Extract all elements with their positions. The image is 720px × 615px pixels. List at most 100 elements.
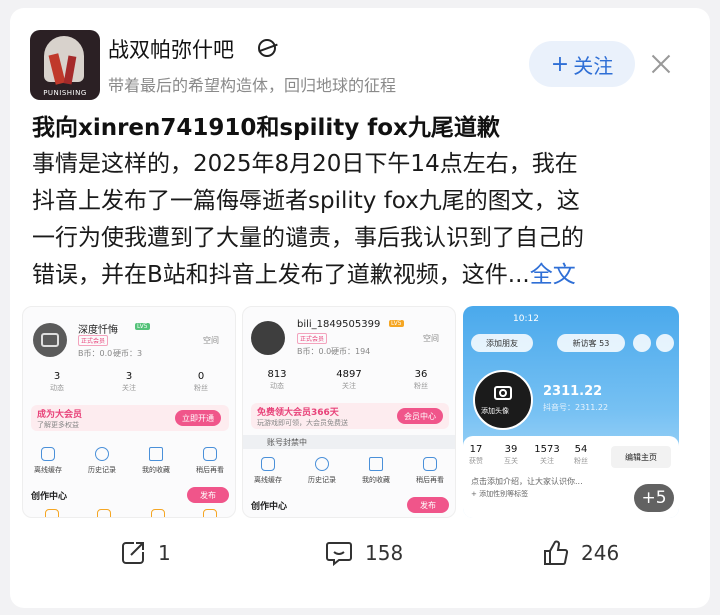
vip-button: 会员中心 bbox=[397, 408, 443, 424]
icon-label: 离线缓存 bbox=[34, 466, 62, 474]
publish-button: 发布 bbox=[187, 487, 229, 503]
post-body-line: 事情是这样的，2025年8月20日下午14点左右，我在 bbox=[32, 151, 578, 177]
profile-avatar bbox=[251, 321, 285, 355]
creation-center: 创作中心 bbox=[31, 492, 68, 502]
forum-badge-icon bbox=[258, 39, 276, 57]
share-button[interactable]: 1 bbox=[120, 540, 171, 566]
stat-label: 关注 bbox=[342, 382, 356, 390]
watch-later-icon bbox=[423, 457, 437, 471]
icon-label: 历史记录 bbox=[88, 466, 116, 474]
post-body-text: 错误，并在B站和抖音上发布了道歉视频，这件... bbox=[32, 262, 530, 288]
visitors-pill: 新访客 53 bbox=[557, 334, 625, 352]
stat-label: 获赞 bbox=[469, 457, 483, 465]
thumbs-up-icon bbox=[544, 540, 569, 565]
tags-text: + 添加性别等标签 bbox=[471, 490, 529, 498]
b-coin-text: B币：0.0 bbox=[297, 347, 332, 356]
creation-center: 创作中心 bbox=[251, 502, 288, 512]
douyin-id: 抖音号：2311.22 bbox=[543, 403, 609, 412]
level-badge: LV5 bbox=[389, 320, 404, 327]
profile-name: bili_1849505399 bbox=[297, 319, 381, 330]
like-count: 246 bbox=[581, 541, 620, 565]
icon-label: 我的收藏 bbox=[142, 466, 170, 474]
vip-subtitle: 了解更多权益 bbox=[37, 421, 79, 429]
vip-title: 免费领大会员366天 bbox=[257, 408, 339, 418]
menu-icon bbox=[656, 334, 674, 352]
profile-avatar bbox=[473, 370, 533, 430]
add-friend-pill: 添加朋友 bbox=[471, 334, 533, 352]
full-text-link[interactable]: 全文 bbox=[530, 262, 576, 288]
chart-icon bbox=[151, 509, 165, 517]
b-coin-text: B币：0.0 bbox=[78, 349, 113, 358]
stat-label: 粉丝 bbox=[194, 384, 208, 392]
stat-label: 粉丝 bbox=[574, 457, 588, 465]
watch-later-icon bbox=[203, 447, 217, 461]
stat-num: 54 bbox=[574, 444, 588, 455]
stat-label: 互关 bbox=[504, 457, 518, 465]
forum-description: 带着最后的希望构造体，回归地球的征程 bbox=[108, 76, 397, 95]
ban-notice: 账号封禁中 bbox=[267, 438, 307, 447]
plus-icon: + bbox=[550, 51, 570, 77]
more-images-badge[interactable]: +5 bbox=[634, 484, 674, 512]
stat-label: 动态 bbox=[50, 384, 64, 392]
profile-name: 2311.22 bbox=[543, 384, 603, 399]
stat-num: 36 bbox=[414, 369, 428, 380]
forum-name[interactable]: 战双帕弥什吧 bbox=[108, 34, 234, 64]
share-icon bbox=[122, 542, 144, 564]
download-icon bbox=[41, 447, 55, 461]
icon-label: 稍后再看 bbox=[196, 466, 224, 474]
post-image-1[interactable]: 深度忏悔 LV5 正式会员 B币：0.0 硬币：3 空间 3 动态 3 关注 0… bbox=[22, 306, 236, 518]
icon-label: 离线缓存 bbox=[254, 476, 282, 484]
post-body-line: 错误，并在B站和抖音上发布了道歉视频，这件...全文 bbox=[32, 257, 697, 294]
download-icon bbox=[261, 457, 275, 471]
action-bar: 1 158 246 bbox=[0, 540, 720, 580]
stat-num: 0 bbox=[197, 371, 205, 382]
stat-label: 动态 bbox=[270, 382, 284, 390]
follow-button[interactable]: + 关注 bbox=[529, 41, 635, 87]
bulb-icon bbox=[45, 509, 59, 517]
search-icon bbox=[633, 334, 651, 352]
close-icon[interactable] bbox=[647, 50, 675, 78]
image-gallery: 深度忏悔 LV5 正式会员 B币：0.0 硬币：3 空间 3 动态 3 关注 0… bbox=[0, 306, 720, 518]
doc-icon bbox=[97, 509, 111, 517]
stat-num: 3 bbox=[125, 371, 133, 382]
member-tag: 正式会员 bbox=[297, 333, 328, 344]
icon-label: 稍后再看 bbox=[416, 476, 444, 484]
post-title[interactable]: 我向xinren741910和spility fox九尾道歉 bbox=[32, 108, 500, 142]
vip-title: 成为大会员 bbox=[37, 410, 83, 420]
comment-icon bbox=[326, 542, 352, 566]
space-link: 空间 bbox=[203, 336, 219, 345]
profile-name: 深度忏悔 bbox=[78, 325, 118, 336]
camera-icon bbox=[41, 333, 59, 347]
comment-button[interactable]: 158 bbox=[325, 540, 403, 566]
add-avatar-label: 添加头像 bbox=[481, 407, 509, 415]
stat-num: 4897 bbox=[336, 369, 362, 380]
post-image-2[interactable]: bili_1849505399 LV5 正式会员 B币：0.0 硬币：194 空… bbox=[242, 306, 456, 518]
like-button[interactable]: 246 bbox=[543, 540, 619, 566]
hard-coin-text: 硬币：3 bbox=[113, 349, 143, 358]
comment-count: 158 bbox=[365, 541, 404, 565]
vip-subtitle: 玩游戏即可领，大会员免费送 bbox=[257, 419, 348, 427]
forum-avatar[interactable]: PUNISHING bbox=[30, 30, 100, 100]
icon-label: 历史记录 bbox=[308, 476, 336, 484]
camera-icon bbox=[494, 386, 512, 400]
vip-button: 立即开通 bbox=[175, 410, 221, 426]
stat-num: 813 bbox=[267, 369, 287, 380]
icon-label: 我的收藏 bbox=[362, 476, 390, 484]
intro-text: 点击添加介绍，让大家认识你... bbox=[471, 477, 583, 486]
stat-num: 17 bbox=[469, 444, 483, 455]
post-body-line: 抖音上发布了一篇侮辱逝者spility fox九尾的图文，这 bbox=[32, 188, 580, 214]
post-body-line: 一行为使我遭到了大量的谴责，事后我认识到了自己的 bbox=[32, 225, 584, 251]
post-image-3[interactable]: 10:12 添加朋友 新访客 53 添加头像 2311.22 抖音号：2311.… bbox=[463, 306, 679, 518]
post-body[interactable]: 事情是这样的，2025年8月20日下午14点左右，我在 抖音上发布了一篇侮辱逝者… bbox=[32, 146, 697, 294]
status-time: 10:12 bbox=[513, 314, 539, 324]
follow-label: 关注 bbox=[573, 53, 614, 78]
star-icon bbox=[149, 447, 163, 461]
history-icon bbox=[95, 447, 109, 461]
stat-num: 3 bbox=[53, 371, 61, 382]
space-link: 空间 bbox=[423, 334, 439, 343]
level-badge: LV5 bbox=[135, 323, 150, 330]
avatar-logo-text: PUNISHING bbox=[43, 89, 87, 97]
share-count: 1 bbox=[158, 541, 171, 565]
member-tag: 正式会员 bbox=[78, 335, 109, 346]
publish-button: 发布 bbox=[407, 497, 449, 513]
